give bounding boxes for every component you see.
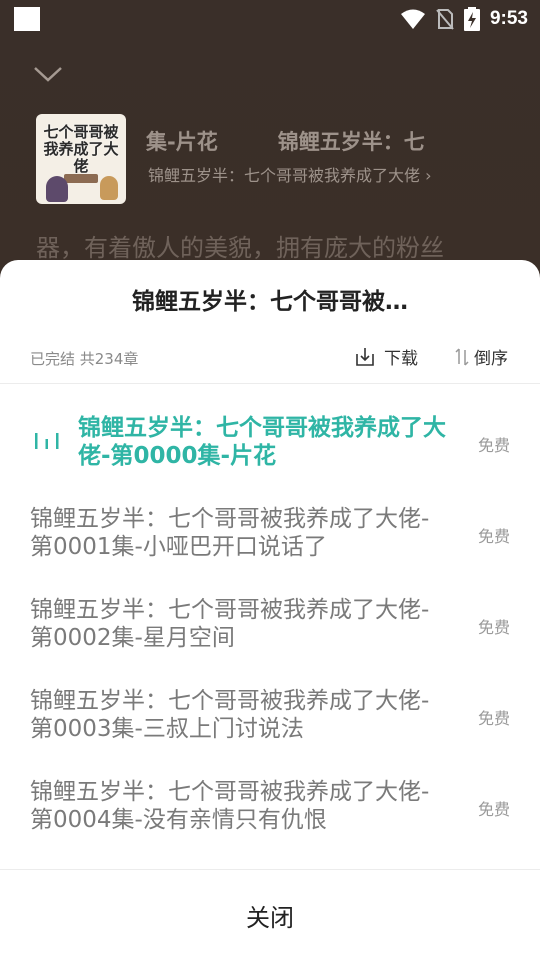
wifi-icon: [400, 9, 425, 29]
chevron-right-icon: ›: [425, 166, 432, 185]
player-description: 器，有着傲人的美貌，拥有庞大的粉丝: [36, 234, 444, 262]
download-icon: [356, 347, 374, 366]
player-title-part: 集-片花: [146, 130, 218, 154]
status-bar: 9:53: [0, 0, 540, 38]
status-time: 9:53: [489, 8, 528, 29]
episode-price: 免费: [477, 800, 510, 819]
player-title-part: 锦鲤五岁半：七: [277, 130, 425, 154]
playing-bars-icon: [35, 433, 59, 449]
cover-badge: [64, 174, 98, 183]
cover-title: 七个哥哥被我养成了大佬: [43, 123, 119, 175]
download-button[interactable]: 下载: [354, 344, 418, 369]
sheet-title: 锦鲤五岁半：七个哥哥被…: [132, 289, 408, 315]
episode-item[interactable]: 锦鲤五岁半：七个哥哥被我养成了大佬-第0002集-星月空间 免费: [0, 570, 540, 661]
battery-charging-icon: [463, 7, 480, 31]
no-sim-icon: [436, 9, 454, 30]
episode-list: 锦鲤五岁半：七个哥哥被我养成了大佬-第0000集-片花 免费 锦鲤五岁半：七个哥…: [0, 388, 540, 843]
episode-price: 免费: [477, 709, 510, 728]
episode-price: 免费: [477, 436, 510, 455]
episode-title: 锦鲤五岁半：七个哥哥被我养成了大佬-第0004集-没有亲情只有仇恨: [30, 779, 430, 833]
player-title-marquee: 集-片花 锦鲤五岁半：七: [146, 126, 506, 158]
episode-item[interactable]: 锦鲤五岁半：七个哥哥被我养成了大佬-第0003集-三叔上门讨说法 免费: [0, 661, 540, 752]
sort-icon: [455, 347, 469, 366]
episode-meta: 已完结 共234章: [30, 350, 139, 368]
notification-square-icon: [14, 7, 40, 31]
status-icons: 9:53: [400, 6, 528, 32]
episode-price: 免费: [477, 618, 510, 637]
sort-button[interactable]: 倒序: [454, 344, 508, 369]
episode-item[interactable]: 锦鲤五岁半：七个哥哥被我养成了大佬-第0000集-片花 免费: [0, 388, 540, 479]
episode-item[interactable]: 锦鲤五岁半：七个哥哥被我养成了大佬-第0004集-没有亲情只有仇恨 免费: [0, 752, 540, 843]
cover-figure: [46, 176, 68, 202]
close-button[interactable]: 关闭: [0, 870, 540, 960]
download-label: 下载: [384, 349, 418, 369]
episode-title: 锦鲤五岁半：七个哥哥被我养成了大佬-第0003集-三叔上门讨说法: [30, 688, 430, 742]
cover-figure: [100, 176, 118, 200]
episode-list-sheet: 锦鲤五岁半：七个哥哥被… 已完结 共234章 下载 倒序 锦鲤五岁半：七个哥哥被…: [0, 260, 540, 960]
episode-item[interactable]: 锦鲤五岁半：七个哥哥被我养成了大佬-第0001集-小哑巴开口说话了 免费: [0, 479, 540, 570]
divider: [0, 383, 540, 384]
episode-title: 锦鲤五岁半：七个哥哥被我养成了大佬-第0002集-星月空间: [30, 597, 430, 651]
sort-label: 倒序: [474, 349, 508, 369]
player-album-link[interactable]: 锦鲤五岁半：七个哥哥被我养成了大佬 ›: [148, 162, 432, 186]
episode-title: 锦鲤五岁半：七个哥哥被我养成了大佬-第0001集-小哑巴开口说话了: [30, 506, 430, 560]
episode-title: 锦鲤五岁半：七个哥哥被我养成了大佬-第0000集-片花: [78, 415, 446, 469]
episode-price: 免费: [477, 527, 510, 546]
album-name: 锦鲤五岁半：七个哥哥被我养成了大佬: [148, 166, 421, 185]
album-cover: 七个哥哥被我养成了大佬: [36, 114, 126, 204]
chevron-down-icon[interactable]: [32, 62, 64, 86]
